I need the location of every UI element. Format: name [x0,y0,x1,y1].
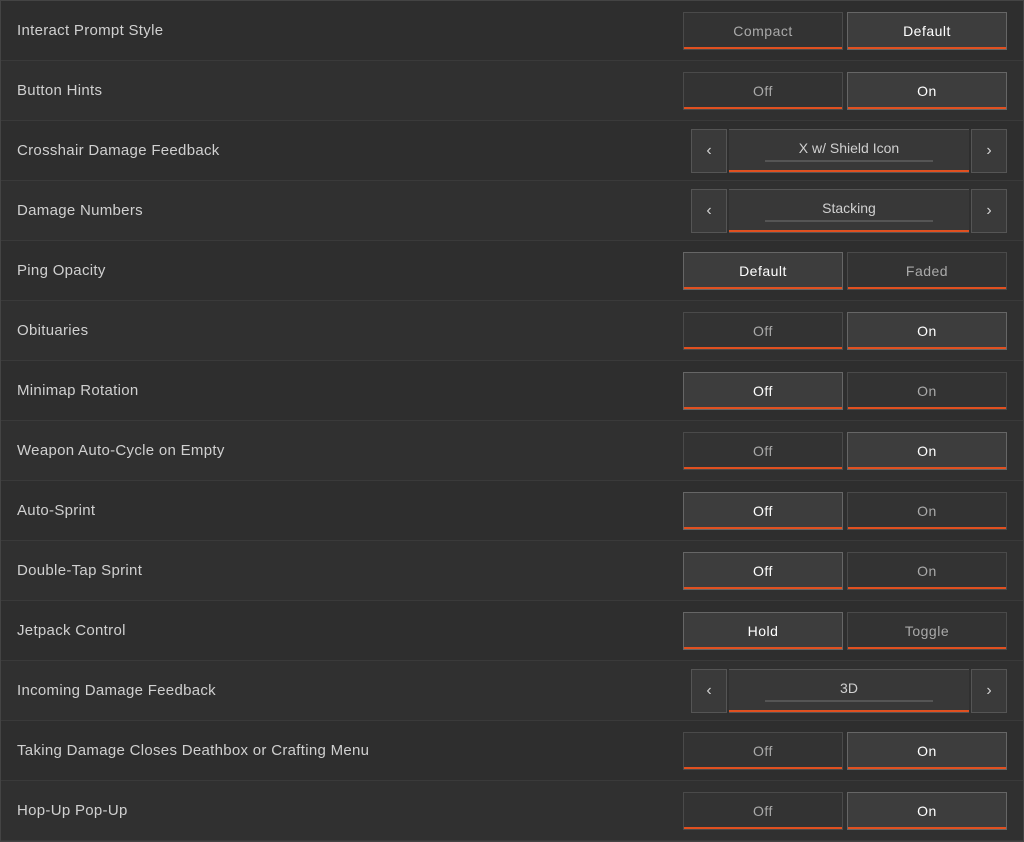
control-group-obituaries: OffOn [683,312,1007,350]
btn-option2-auto-sprint[interactable]: On [847,492,1007,530]
arrow-control-incoming-damage-feedback: ‹3D› [691,669,1007,713]
btn-option2-ping-opacity[interactable]: Faded [847,252,1007,290]
control-group-taking-damage-closes: OffOn [683,732,1007,770]
setting-label-incoming-damage-feedback: Incoming Damage Feedback [17,682,691,699]
setting-label-double-tap-sprint: Double-Tap Sprint [17,562,683,579]
setting-row-weapon-auto-cycle: Weapon Auto-Cycle on EmptyOffOn [1,421,1023,481]
arrow-value-crosshair-damage-feedback: X w/ Shield Icon [729,129,969,173]
setting-label-interact-prompt-style: Interact Prompt Style [17,22,683,39]
setting-row-jetpack-control: Jetpack ControlHoldToggle [1,601,1023,661]
btn-option1-jetpack-control[interactable]: Hold [683,612,843,650]
btn-option1-hop-up-popup[interactable]: Off [683,792,843,830]
btn-option1-weapon-auto-cycle[interactable]: Off [683,432,843,470]
setting-row-obituaries: ObituariesOffOn [1,301,1023,361]
setting-label-taking-damage-closes: Taking Damage Closes Deathbox or Craftin… [17,742,683,759]
setting-row-auto-sprint: Auto-SprintOffOn [1,481,1023,541]
arrow-left-crosshair-damage-feedback[interactable]: ‹ [691,129,727,173]
setting-label-auto-sprint: Auto-Sprint [17,502,683,519]
btn-option2-double-tap-sprint[interactable]: On [847,552,1007,590]
arrow-control-crosshair-damage-feedback: ‹X w/ Shield Icon› [691,129,1007,173]
setting-label-ping-opacity: Ping Opacity [17,262,683,279]
arrow-value-damage-numbers: Stacking [729,189,969,233]
setting-row-minimap-rotation: Minimap RotationOffOn [1,361,1023,421]
control-group-interact-prompt-style: CompactDefault [683,12,1007,50]
control-group-jetpack-control: HoldToggle [683,612,1007,650]
btn-option2-button-hints[interactable]: On [847,72,1007,110]
btn-option1-ping-opacity[interactable]: Default [683,252,843,290]
control-group-ping-opacity: DefaultFaded [683,252,1007,290]
setting-row-crosshair-damage-feedback: Crosshair Damage Feedback‹X w/ Shield Ic… [1,121,1023,181]
btn-option2-jetpack-control[interactable]: Toggle [847,612,1007,650]
arrow-left-damage-numbers[interactable]: ‹ [691,189,727,233]
setting-label-damage-numbers: Damage Numbers [17,202,691,219]
btn-option1-taking-damage-closes[interactable]: Off [683,732,843,770]
setting-label-jetpack-control: Jetpack Control [17,622,683,639]
setting-row-double-tap-sprint: Double-Tap SprintOffOn [1,541,1023,601]
btn-option1-obituaries[interactable]: Off [683,312,843,350]
setting-label-hop-up-popup: Hop-Up Pop-Up [17,802,683,819]
btn-option1-auto-sprint[interactable]: Off [683,492,843,530]
control-group-auto-sprint: OffOn [683,492,1007,530]
setting-row-interact-prompt-style: Interact Prompt StyleCompactDefault [1,1,1023,61]
arrow-value-incoming-damage-feedback: 3D [729,669,969,713]
arrow-control-damage-numbers: ‹Stacking› [691,189,1007,233]
setting-row-ping-opacity: Ping OpacityDefaultFaded [1,241,1023,301]
control-group-double-tap-sprint: OffOn [683,552,1007,590]
btn-option2-minimap-rotation[interactable]: On [847,372,1007,410]
btn-option1-interact-prompt-style[interactable]: Compact [683,12,843,50]
setting-row-incoming-damage-feedback: Incoming Damage Feedback‹3D› [1,661,1023,721]
settings-panel: Interact Prompt StyleCompactDefaultButto… [0,0,1024,842]
arrow-right-damage-numbers[interactable]: › [971,189,1007,233]
control-group-hop-up-popup: OffOn [683,792,1007,830]
control-group-button-hints: OffOn [683,72,1007,110]
btn-option2-obituaries[interactable]: On [847,312,1007,350]
setting-label-crosshair-damage-feedback: Crosshair Damage Feedback [17,142,691,159]
setting-label-button-hints: Button Hints [17,82,683,99]
setting-label-minimap-rotation: Minimap Rotation [17,382,683,399]
arrow-right-crosshair-damage-feedback[interactable]: › [971,129,1007,173]
btn-option2-interact-prompt-style[interactable]: Default [847,12,1007,50]
setting-label-obituaries: Obituaries [17,322,683,339]
control-group-weapon-auto-cycle: OffOn [683,432,1007,470]
setting-label-weapon-auto-cycle: Weapon Auto-Cycle on Empty [17,442,683,459]
setting-row-taking-damage-closes: Taking Damage Closes Deathbox or Craftin… [1,721,1023,781]
setting-row-damage-numbers: Damage Numbers‹Stacking› [1,181,1023,241]
btn-option2-taking-damage-closes[interactable]: On [847,732,1007,770]
arrow-right-incoming-damage-feedback[interactable]: › [971,669,1007,713]
btn-option1-minimap-rotation[interactable]: Off [683,372,843,410]
arrow-left-incoming-damage-feedback[interactable]: ‹ [691,669,727,713]
btn-option2-hop-up-popup[interactable]: On [847,792,1007,830]
setting-row-hop-up-popup: Hop-Up Pop-UpOffOn [1,781,1023,841]
btn-option2-weapon-auto-cycle[interactable]: On [847,432,1007,470]
btn-option1-double-tap-sprint[interactable]: Off [683,552,843,590]
btn-option1-button-hints[interactable]: Off [683,72,843,110]
setting-row-button-hints: Button HintsOffOn [1,61,1023,121]
control-group-minimap-rotation: OffOn [683,372,1007,410]
